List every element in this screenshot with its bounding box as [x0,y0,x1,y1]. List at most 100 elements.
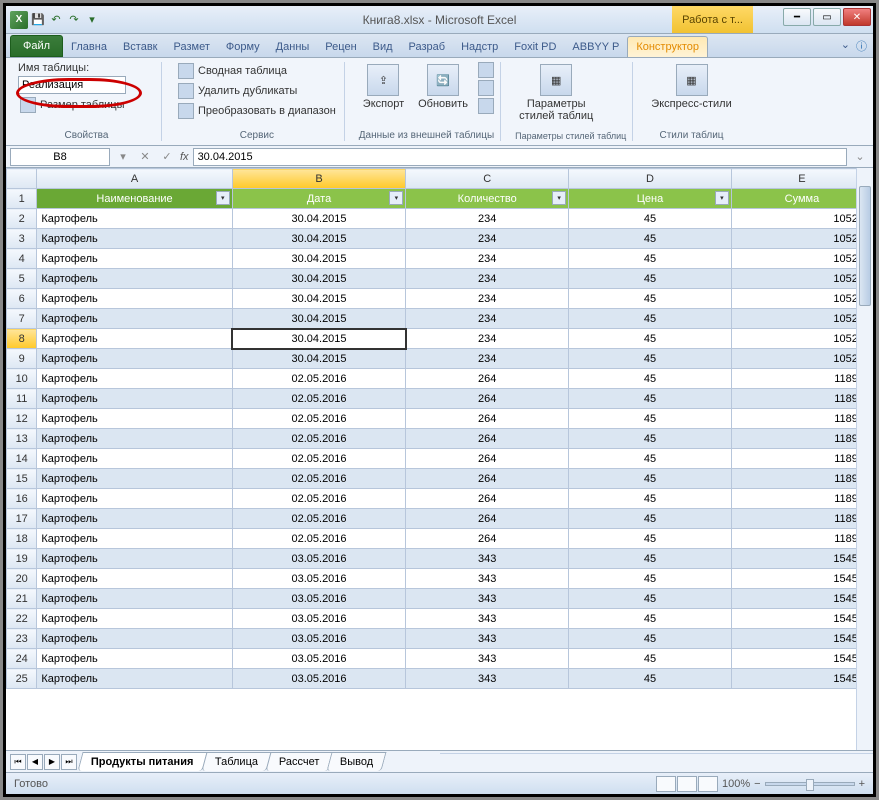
tab-5[interactable]: Рецен [317,37,364,57]
cell-price[interactable]: 45 [569,549,732,569]
pivot-table-button[interactable]: Сводная таблица [176,62,338,80]
cell-qty[interactable]: 264 [406,429,569,449]
cell-qty[interactable]: 234 [406,289,569,309]
cell-price[interactable]: 45 [569,509,732,529]
cell-date[interactable]: 02.05.2016 [232,429,406,449]
row-header-11[interactable]: 11 [7,389,37,409]
tab-0[interactable]: Главна [63,37,115,57]
cell-sum[interactable]: 10526 [731,289,872,309]
col-header-D[interactable]: D [569,169,732,189]
cell-date[interactable]: 02.05.2016 [232,509,406,529]
row-header-8[interactable]: 8 [7,329,37,349]
cell-name[interactable]: Картофель [37,609,232,629]
name-box-dropdown-icon[interactable]: ▾ [114,148,132,166]
cell-sum[interactable]: 10526 [731,229,872,249]
zoom-thumb[interactable] [806,779,814,791]
row-header-3[interactable]: 3 [7,229,37,249]
cell-name[interactable]: Картофель [37,269,232,289]
cell-sum[interactable]: 10526 [731,269,872,289]
accept-formula-icon[interactable]: ✓ [158,148,176,166]
cell-qty[interactable]: 264 [406,369,569,389]
cell-sum[interactable]: 11896 [731,509,872,529]
cell-sum[interactable]: 11896 [731,429,872,449]
row-header-1[interactable]: 1 [7,189,37,209]
filter-icon[interactable]: ▾ [552,191,566,205]
cell-sum[interactable]: 15456 [731,609,872,629]
table-header-0[interactable]: Наименование▾ [37,189,232,209]
tab-7[interactable]: Разраб [401,37,454,57]
cell-name[interactable]: Картофель [37,549,232,569]
cell-qty[interactable]: 264 [406,489,569,509]
cell-price[interactable]: 45 [569,569,732,589]
cell-price[interactable]: 45 [569,389,732,409]
cell-price[interactable]: 45 [569,529,732,549]
cell-sum[interactable]: 15456 [731,549,872,569]
sheet-tab-1[interactable]: Таблица [201,752,271,771]
cell-sum[interactable]: 10526 [731,349,872,369]
worksheet-grid[interactable]: ABCDE1Наименование▾Дата▾Количество▾Цена▾… [6,168,873,750]
zoom-in-button[interactable]: + [859,778,865,790]
table-header-2[interactable]: Количество▾ [406,189,569,209]
cell-qty[interactable]: 343 [406,589,569,609]
minimize-button[interactable]: ━ [783,8,811,26]
row-header-6[interactable]: 6 [7,289,37,309]
cell-name[interactable]: Картофель [37,589,232,609]
cell-price[interactable]: 45 [569,209,732,229]
table-name-input[interactable] [18,76,126,94]
formula-input[interactable]: 30.04.2015 [193,148,847,166]
row-header-22[interactable]: 22 [7,609,37,629]
cell-name[interactable]: Картофель [37,649,232,669]
cell-name[interactable]: Картофель [37,209,232,229]
cell-name[interactable]: Картофель [37,309,232,329]
sheet-first-icon[interactable]: ⏮ [10,754,26,770]
cell-price[interactable]: 45 [569,409,732,429]
cell-price[interactable]: 45 [569,669,732,689]
view-break-button[interactable] [698,776,718,792]
row-header-14[interactable]: 14 [7,449,37,469]
row-header-15[interactable]: 15 [7,469,37,489]
cell-sum[interactable]: 11896 [731,409,872,429]
row-header-18[interactable]: 18 [7,529,37,549]
tab-9[interactable]: Foxit PD [506,37,564,57]
select-all-cell[interactable] [7,169,37,189]
horizontal-scrollbar[interactable] [440,753,874,770]
cell-price[interactable]: 45 [569,469,732,489]
cell-qty[interactable]: 234 [406,269,569,289]
cell-sum[interactable]: 11896 [731,529,872,549]
cell-name[interactable]: Картофель [37,369,232,389]
row-header-2[interactable]: 2 [7,209,37,229]
cell-date[interactable]: 03.05.2016 [232,669,406,689]
table-header-3[interactable]: Цена▾ [569,189,732,209]
cell-price[interactable]: 45 [569,309,732,329]
expand-formula-icon[interactable]: ⌄ [851,148,869,166]
maximize-button[interactable]: ▭ [813,8,841,26]
cell-sum[interactable]: 10526 [731,209,872,229]
col-header-E[interactable]: E [731,169,872,189]
cell-qty[interactable]: 234 [406,209,569,229]
cell-sum[interactable]: 11896 [731,369,872,389]
cell-name[interactable]: Картофель [37,469,232,489]
row-header-4[interactable]: 4 [7,249,37,269]
cell-name[interactable]: Картофель [37,409,232,429]
vertical-scrollbar[interactable] [856,168,873,750]
cell-qty[interactable]: 343 [406,609,569,629]
tab-6[interactable]: Вид [365,37,401,57]
cell-name[interactable]: Картофель [37,249,232,269]
cell-name[interactable]: Картофель [37,509,232,529]
cell-name[interactable]: Картофель [37,389,232,409]
cell-date[interactable]: 03.05.2016 [232,569,406,589]
cell-sum[interactable]: 10526 [731,249,872,269]
col-header-B[interactable]: B [232,169,406,189]
cell-price[interactable]: 45 [569,429,732,449]
cell-sum[interactable]: 15456 [731,589,872,609]
zoom-out-button[interactable]: − [754,778,760,790]
cell-sum[interactable]: 10526 [731,309,872,329]
cell-qty[interactable]: 264 [406,469,569,489]
cell-price[interactable]: 45 [569,369,732,389]
tab-1[interactable]: Вставк [115,37,166,57]
sheet-last-icon[interactable]: ⏭ [61,754,77,770]
cell-sum[interactable]: 11896 [731,389,872,409]
cell-date[interactable]: 30.04.2015 [232,229,406,249]
ext-opt2-icon[interactable] [478,80,494,96]
cell-date[interactable]: 30.04.2015 [232,289,406,309]
